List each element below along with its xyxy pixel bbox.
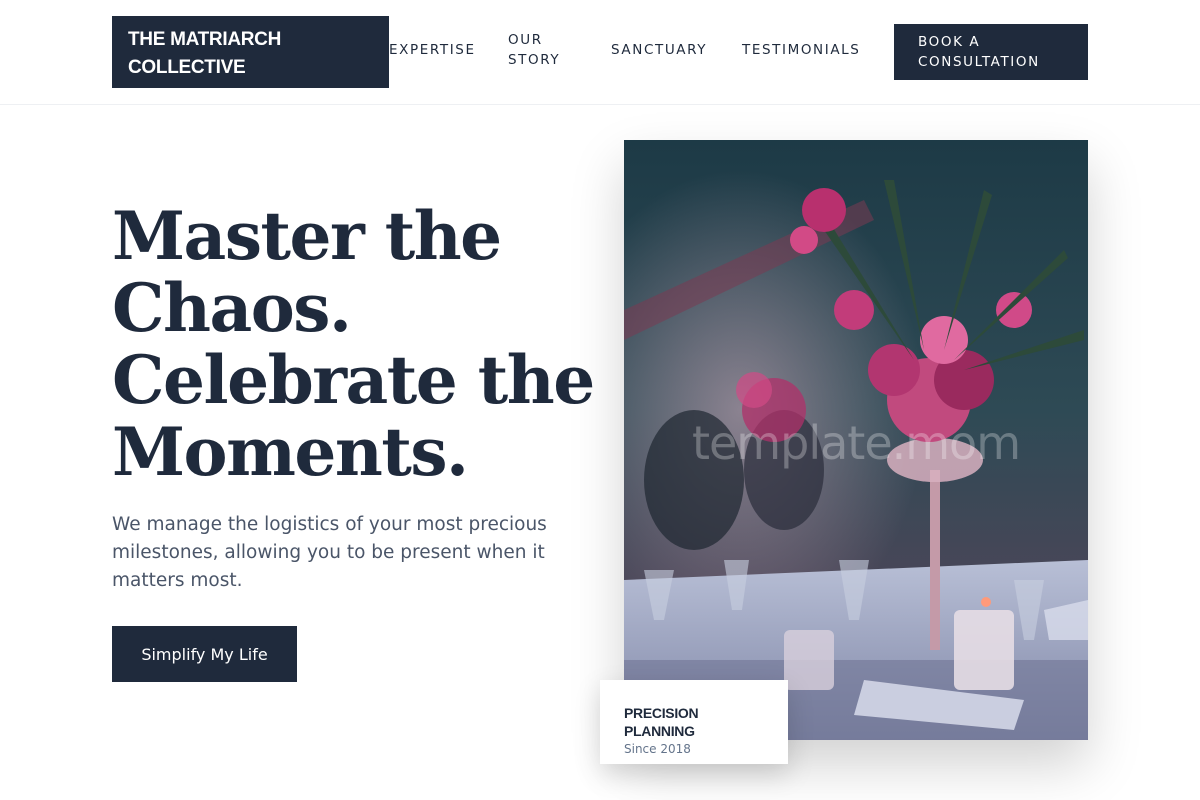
hero-subtext: We manage the logistics of your most pre… <box>112 514 547 591</box>
headline-line-2: Chaos. <box>112 269 352 347</box>
nav-link-expertise[interactable]: EXPERTISE <box>389 40 476 60</box>
logo-line-1: THE MATRIARCH <box>128 29 282 50</box>
badge-title: PRECISION PLANNING <box>624 705 699 739</box>
headline-line-1: Master the <box>112 197 502 275</box>
nav-link-testimonials[interactable]: TESTIMONIALS <box>742 40 860 60</box>
headline-line-4: Moments. <box>112 413 469 491</box>
image-watermark: template.mom <box>691 416 1021 470</box>
book-consultation-button[interactable]: BOOK A CONSULTATION <box>894 24 1088 80</box>
hero-image: template.mom <box>624 140 1088 740</box>
precision-planning-card: PRECISION PLANNING Since 2018 <box>600 680 788 764</box>
nav-link-sanctuary[interactable]: SANCTUARY <box>611 40 707 60</box>
logo[interactable]: THE MATRIARCH COLLECTIVE <box>112 16 389 88</box>
site-header: THE MATRIARCH COLLECTIVE EXPERTISE OUR S… <box>0 0 1200 105</box>
badge-subtitle: Since 2018 <box>624 742 691 756</box>
simplify-my-life-button[interactable]: Simplify My Life <box>112 626 297 682</box>
headline-line-3: Celebrate the <box>112 341 595 419</box>
nav-link-our-story[interactable]: OUR STORY <box>508 30 588 70</box>
logo-line-2: COLLECTIVE <box>128 57 246 78</box>
hero-headline: Master the Chaos. Celebrate the Moments. <box>112 197 595 491</box>
